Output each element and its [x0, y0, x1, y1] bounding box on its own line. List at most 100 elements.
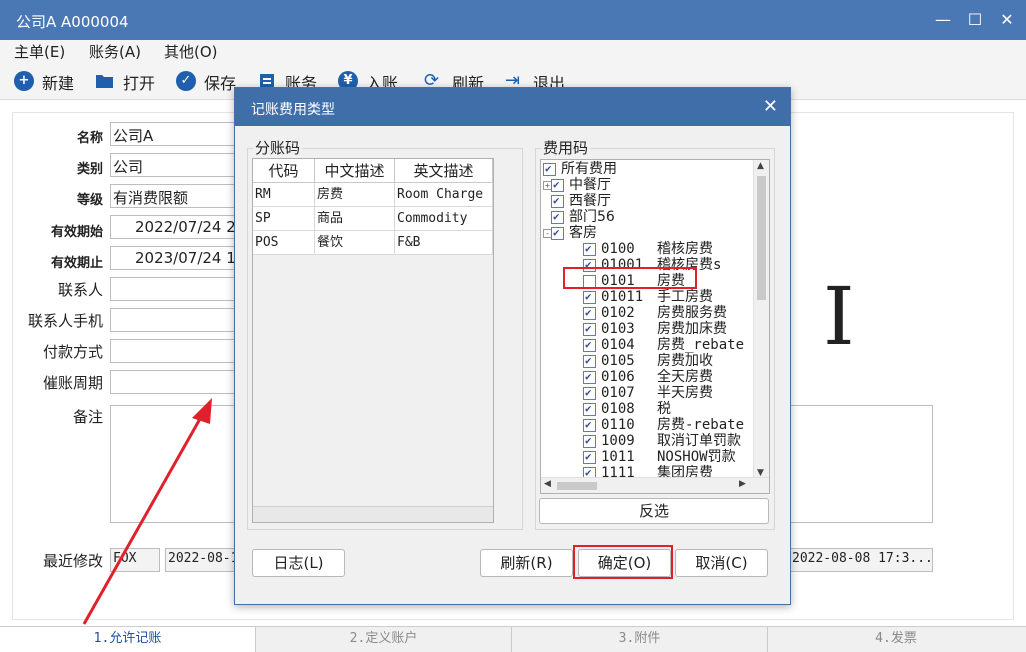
dunning-label: 催账周期	[42, 374, 103, 392]
menu-main[interactable]: 主单(E)	[14, 41, 65, 62]
tree-node-desc: 房费_rebate	[657, 337, 745, 353]
table-cell[interactable]: 房费	[315, 183, 395, 207]
type-label: 类别	[76, 162, 103, 177]
menu-account[interactable]: 账务(A)	[89, 41, 141, 62]
column-header-en-desc[interactable]: 英文描述	[395, 159, 493, 183]
refresh-dialog-button[interactable]: 刷新(R)	[480, 549, 573, 577]
scroll-left-icon[interactable]: ◀	[544, 479, 551, 489]
log-button[interactable]: 日志(L)	[252, 549, 345, 577]
check-icon: ✓	[176, 71, 196, 91]
tree-checkbox[interactable]	[583, 385, 596, 401]
tree-checkbox[interactable]	[551, 209, 564, 225]
payment-label: 付款方式	[42, 343, 103, 361]
window-titlebar: 公司A A000004 — ☐ ✕	[0, 0, 1026, 40]
tree-node-code: 1009	[601, 433, 635, 449]
name-field[interactable]: 公司A	[110, 122, 240, 146]
tree-node-code: 0103	[601, 321, 635, 337]
tree-checkbox[interactable]	[583, 369, 596, 385]
type-field[interactable]: 公司	[110, 153, 240, 177]
grid-horizontal-scrollbar[interactable]	[253, 506, 493, 522]
tree-node-code: 0105	[601, 353, 635, 369]
tree-node-code: 01011	[601, 289, 644, 305]
tree-scroll-thumb[interactable]	[757, 176, 766, 300]
tree-node-desc: 房费服务费	[657, 305, 727, 321]
tree-checkbox[interactable]	[583, 449, 596, 465]
tree-checkbox[interactable]	[583, 321, 596, 337]
tree-node-code: 1011	[601, 449, 635, 465]
tree-node-code: 0100	[601, 241, 635, 257]
tree-node-desc: 税	[657, 401, 671, 417]
ledger-group-label: 分账码	[253, 137, 303, 158]
tree-node-desc: 房费加收	[657, 353, 713, 369]
tree-checkbox[interactable]	[583, 433, 596, 449]
close-icon[interactable]: ✕	[994, 8, 1020, 32]
table-cell[interactable]: Commodity	[395, 207, 493, 231]
menu-bar: 主单(E) 账务(A) 其他(O)	[0, 40, 1026, 62]
level-field[interactable]: 有消费限额	[110, 184, 240, 208]
payment-field[interactable]	[110, 339, 240, 363]
bottom-tabs: 1.允许记账 2.定义账户 3.附件 4.发票	[0, 626, 1026, 652]
tree-checkbox[interactable]	[551, 193, 564, 209]
cancel-button[interactable]: 取消(C)	[675, 549, 768, 577]
tree-node-desc: 全天房费	[657, 369, 713, 385]
tree-checkbox[interactable]	[583, 305, 596, 321]
level-label: 等级	[76, 193, 103, 208]
tree-node-code: 中餐厅	[569, 177, 611, 193]
tree-checkbox[interactable]	[583, 289, 596, 305]
tree-checkbox[interactable]	[583, 353, 596, 369]
scroll-right-icon[interactable]: ▶	[739, 479, 746, 489]
table-cell[interactable]: 商品	[315, 207, 395, 231]
valid-to-field[interactable]: 2023/07/24 1	[110, 246, 240, 270]
contact-label: 联系人	[57, 281, 103, 299]
tree-hscroll-thumb[interactable]	[557, 482, 597, 490]
modified-time-right: 2022-08-08 17:3...	[789, 548, 933, 572]
table-cell[interactable]: RM	[253, 183, 315, 207]
tree-checkbox[interactable]	[551, 225, 564, 241]
tab-attachment[interactable]: 3.附件	[512, 627, 768, 652]
tree-node-desc: 半天房费	[657, 385, 713, 401]
tab-allow-charge[interactable]: 1.允许记账	[0, 627, 256, 652]
tree-checkbox[interactable]	[583, 417, 596, 433]
table-cell[interactable]: SP	[253, 207, 315, 231]
tree-node-desc: 手工房费	[657, 289, 713, 305]
tree-node-desc: 取消订单罚款	[657, 433, 741, 449]
dialog-title: 记账费用类型	[251, 102, 335, 118]
table-cell[interactable]: F&B	[395, 231, 493, 255]
tree-checkbox[interactable]	[543, 161, 556, 177]
tree-checkbox[interactable]	[583, 401, 596, 417]
tab-invoice[interactable]: 4.发票	[768, 627, 1024, 652]
tree-node-desc: 房费加床费	[657, 321, 727, 337]
dialog-titlebar: 记账费用类型 ✕	[235, 88, 790, 126]
window-title: 公司A A000004	[16, 13, 129, 31]
contact-field[interactable]	[110, 277, 240, 301]
valid-from-field[interactable]: 2022/07/24 2	[110, 215, 240, 239]
contact-phone-label: 联系人手机	[27, 312, 103, 330]
folder-icon	[95, 71, 115, 91]
menu-other[interactable]: 其他(O)	[164, 41, 218, 62]
table-cell[interactable]: POS	[253, 231, 315, 255]
dialog-close-icon[interactable]: ✕	[763, 96, 778, 117]
ok-highlight-box	[573, 545, 673, 579]
minimize-icon[interactable]: —	[930, 8, 956, 32]
tree-checkbox[interactable]	[551, 177, 564, 193]
text-cursor-icon: I	[823, 270, 855, 363]
tab-define-account[interactable]: 2.定义账户	[256, 627, 512, 652]
plus-icon: +	[14, 71, 34, 91]
tree-checkbox[interactable]	[583, 337, 596, 353]
column-header-cn-desc[interactable]: 中文描述	[315, 159, 395, 183]
table-cell[interactable]: Room Charge	[395, 183, 493, 207]
tree-node-code: 0110	[601, 417, 635, 433]
contact-phone-field[interactable]	[110, 308, 240, 332]
column-header-code[interactable]: 代码	[253, 159, 315, 183]
scroll-up-icon[interactable]: ▲	[757, 161, 764, 171]
tree-node-code: 所有费用	[561, 161, 617, 177]
tree-checkbox[interactable]	[583, 241, 596, 257]
maximize-icon[interactable]: ☐	[962, 8, 988, 32]
tree-node-desc: 房费-rebate	[657, 417, 745, 433]
dunning-field[interactable]	[110, 370, 240, 394]
tree-vertical-scrollbar[interactable]: ▲ ▼	[753, 160, 769, 479]
invert-selection-button[interactable]: 反选	[539, 498, 769, 524]
table-cell[interactable]: 餐饮	[315, 231, 395, 255]
tree-horizontal-scrollbar[interactable]: ◀ ▶	[541, 477, 769, 493]
tree-node-code: 西餐厅	[569, 193, 611, 209]
